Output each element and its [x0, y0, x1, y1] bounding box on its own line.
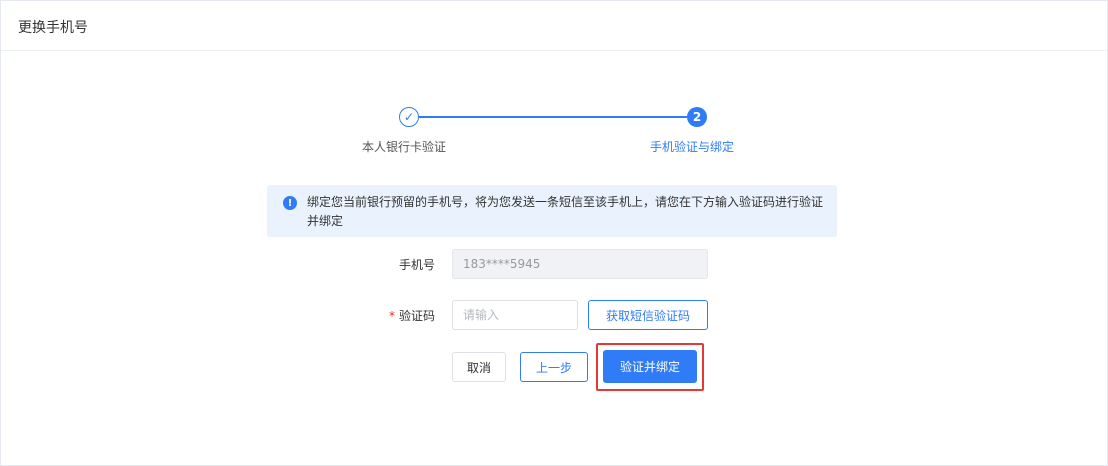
code-label: 验证码	[398, 309, 435, 323]
verification-code-input[interactable]	[452, 300, 578, 330]
step-2-label: 手机验证与绑定	[650, 140, 735, 154]
notice-text: 绑定您当前银行预留的手机号，将为您发送一条短信至该手机上，请您在下方输入验证码进…	[307, 195, 824, 228]
panel-header: 更换手机号	[1, 1, 1107, 51]
verify-and-bind-button[interactable]: 验证并绑定	[603, 350, 697, 383]
info-notice: ! 绑定您当前银行预留的手机号，将为您发送一条短信至该手机上，请您在下方输入验证…	[267, 185, 837, 237]
page-title: 更换手机号	[18, 20, 88, 36]
check-icon: ✓	[399, 107, 419, 127]
change-phone-panel: 更换手机号 ✓ 2 本人银行卡验证 手机验证与绑定 ! 绑定您当前银行预留的手机…	[0, 0, 1108, 466]
code-label-row: * 验证码	[335, 307, 435, 324]
get-sms-code-button[interactable]: 获取短信验证码	[588, 300, 708, 330]
step-1-label: 本人银行卡验证	[362, 140, 447, 154]
step-2-number: 2	[687, 107, 707, 127]
steps-progress: ✓ 2 本人银行卡验证 手机验证与绑定	[1, 96, 1108, 166]
previous-step-button[interactable]: 上一步	[520, 352, 588, 382]
phone-label: 手机号	[398, 258, 435, 272]
info-icon: !	[283, 196, 297, 210]
required-mark: *	[388, 309, 395, 323]
step-connector-line	[419, 116, 687, 118]
cancel-button[interactable]: 取消	[452, 352, 506, 382]
phone-field: 183****5945	[452, 249, 708, 279]
